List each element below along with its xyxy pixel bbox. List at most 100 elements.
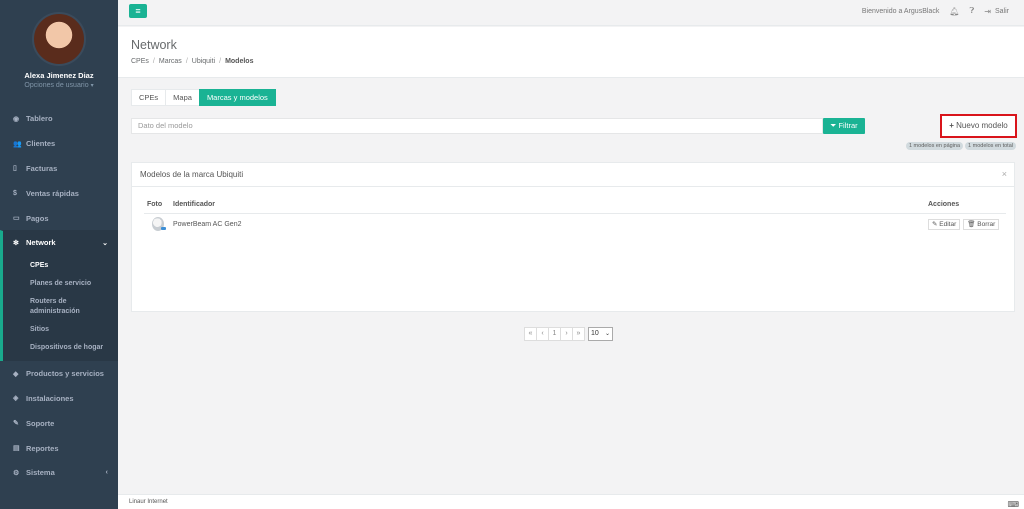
delete-button[interactable]: 🗑︎ Borrar (963, 218, 1000, 230)
sidebar-item-reportes[interactable]: ▤ Reportes (0, 435, 118, 460)
logout-link[interactable]: ⇥ Salir (984, 7, 1009, 16)
help-icon[interactable]: ❓︎ (969, 6, 974, 16)
sidebar-item-label: Clientes (26, 139, 56, 149)
page-size-select[interactable]: 10 ⌄ (588, 327, 613, 341)
file-icon: ▯ (13, 165, 17, 173)
network-submenu: CPEs Planes de servicio Routers de admin… (0, 254, 118, 361)
edit-icon: ✎ (932, 220, 938, 228)
sidebar-subitem-routers[interactable]: Routers de administración (3, 293, 118, 321)
menu-toggle-button[interactable]: ≡ (129, 4, 147, 18)
dollar-icon: $ (13, 189, 17, 197)
users-icon: 👥 (13, 140, 22, 148)
table-row: PowerBeam AC Gen2 ✎ Editar 🗑︎ Borrar (144, 214, 1006, 234)
sidebar-item-label: Sistema (26, 468, 55, 478)
tag-icon: ◆ (13, 370, 19, 378)
table-header: Foto Identificador Acciones (144, 199, 1006, 214)
user-profile: Alexa Jimenez Diaz Opciones de usuario ▾ (0, 0, 118, 102)
book-icon: ▤ (13, 445, 20, 453)
sidebar-item-network[interactable]: ✻ Network ⌄ (0, 229, 118, 255)
sidebar-item-label: Soporte (26, 418, 55, 428)
app: Alexa Jimenez Diaz Opciones de usuario ▾… (0, 0, 1024, 509)
sidebar-subitem-planes[interactable]: Planes de servicio (3, 275, 118, 293)
plus-icon: + (949, 121, 954, 130)
actions-cell: ✎ Editar 🗑︎ Borrar (928, 218, 1006, 230)
total-count-badge: 1 modelos en total (965, 142, 1016, 150)
sidebar-item-label: Network (26, 238, 56, 248)
sidebar-item-productos[interactable]: ◆ Productos y servicios (0, 361, 118, 386)
breadcrumb-cpes[interactable]: CPEs (131, 58, 149, 65)
sidebar-menu: ◉ Tablero 👥 Clientes ▯ Facturas $ Ventas… (0, 106, 118, 485)
close-icon[interactable]: × (1002, 169, 1007, 179)
avatar[interactable] (32, 12, 86, 66)
breadcrumb-separator: / (219, 58, 222, 65)
device-image-icon (152, 217, 166, 231)
tabs: CPEs Mapa Marcas y modelos (131, 89, 276, 106)
sidebar-item-label: Reportes (26, 443, 59, 453)
result-counts: 1 modelos en página 1 modelos en total (904, 142, 1016, 150)
breadcrumb-separator: / (152, 58, 155, 65)
sidebar-item-ventas-rapidas[interactable]: $ Ventas rápidas (0, 180, 118, 205)
sidebar-item-label: Ventas rápidas (26, 188, 79, 198)
topbar-right: Bienvenido a ArgusBlack 🔔︎ ❓︎ ⇥ Salir (862, 0, 1009, 22)
column-header-identifier[interactable]: Identificador (173, 199, 928, 213)
tab-cpes[interactable]: CPEs (131, 89, 167, 106)
keyboard-icon[interactable]: ⌨ (1007, 498, 1019, 509)
cogs-icon: ⚙ (13, 469, 20, 477)
sidebar-item-facturas[interactable]: ▯ Facturas (0, 156, 118, 181)
photo-cell (144, 217, 173, 231)
new-model-label: Nuevo modelo (956, 121, 1008, 130)
sidebar-item-label: Instalaciones (26, 393, 74, 403)
user-options-dropdown[interactable]: Opciones de usuario ▾ (0, 82, 118, 89)
sidebar-subitem-dispositivos[interactable]: Dispositivos de hogar (3, 339, 118, 357)
tab-mapa[interactable]: Mapa (165, 89, 200, 106)
identifier-cell: PowerBeam AC Gen2 (173, 220, 242, 228)
page-title: Network (131, 38, 177, 52)
delete-label: Borrar (977, 220, 996, 228)
page-size-value: 10 (591, 330, 599, 337)
filter-icon: ⏷ (830, 121, 837, 130)
sidebar-subitem-sitios[interactable]: Sitios (3, 321, 118, 339)
sidebar-item-pagos[interactable]: ▭ Pagos (0, 205, 118, 230)
sidebar-item-label: Productos y servicios (26, 369, 104, 379)
sidebar-item-label: Tablero (26, 114, 53, 124)
pagination: « ‹ 1 › » 10 ⌄ (524, 327, 613, 341)
model-search-input[interactable]: Dato del modelo (131, 118, 823, 134)
trash-icon: 🗑︎ (967, 220, 976, 228)
edit-label: Editar (939, 220, 957, 228)
logout-label: Salir (994, 7, 1009, 15)
welcome-text: Bienvenido a ArgusBlack (861, 7, 940, 15)
models-table: Foto Identificador Acciones PowerBeam AC… (144, 199, 1006, 234)
breadcrumb-marcas[interactable]: Marcas (159, 58, 182, 65)
models-panel: Modelos de la marca Ubiquiti × Foto Iden… (131, 162, 1015, 312)
footer-text: Linaur Internet (129, 499, 168, 505)
last-page-button[interactable]: » (572, 327, 585, 341)
sign-out-icon: ⇥ (984, 6, 991, 16)
column-header-actions: Acciones (928, 201, 960, 208)
breadcrumb-ubiquiti[interactable]: Ubiquiti (192, 58, 215, 65)
filter-label: Filtrar (838, 121, 858, 130)
caret-down-icon: ▾ (90, 83, 94, 89)
wrench-icon: ✎ (13, 420, 19, 428)
chevron-left-icon: ‹ (105, 469, 108, 477)
sidebar-item-clientes[interactable]: 👥 Clientes (0, 131, 118, 156)
sidebar-item-label: Pagos (26, 213, 49, 223)
sidebar-subitem-cpes[interactable]: CPEs (3, 257, 118, 275)
new-model-button[interactable]: + Nuevo modelo (940, 114, 1017, 138)
sidebar: Alexa Jimenez Diaz Opciones de usuario ▾… (0, 0, 118, 509)
chevron-down-icon: ⌄ (604, 331, 610, 337)
footer: Linaur Internet ⌨ (118, 494, 1024, 509)
sidebar-item-soporte[interactable]: ✎ Soporte (0, 410, 118, 435)
sidebar-item-tablero[interactable]: ◉ Tablero (0, 106, 118, 131)
tab-marcas-y-modelos[interactable]: Marcas y modelos (198, 89, 276, 106)
bell-icon[interactable]: 🔔︎ (949, 7, 959, 16)
column-header-photo: Foto (147, 201, 163, 208)
topbar: ≡ Bienvenido a ArgusBlack 🔔︎ ❓︎ ⇥ Salir (118, 0, 1024, 26)
edit-button[interactable]: ✎ Editar (928, 218, 961, 230)
install-icon: ◈ (13, 395, 19, 403)
filter-button[interactable]: ⏷ Filtrar (823, 118, 865, 134)
user-options-label: Opciones de usuario (24, 82, 89, 89)
breadcrumb: CPEs / Marcas / Ubiquiti / Modelos (131, 58, 257, 65)
sidebar-item-label: Facturas (26, 163, 58, 173)
sidebar-item-sistema[interactable]: ⚙ Sistema ‹ (0, 460, 118, 485)
sidebar-item-instalaciones[interactable]: ◈ Instalaciones (0, 386, 118, 411)
